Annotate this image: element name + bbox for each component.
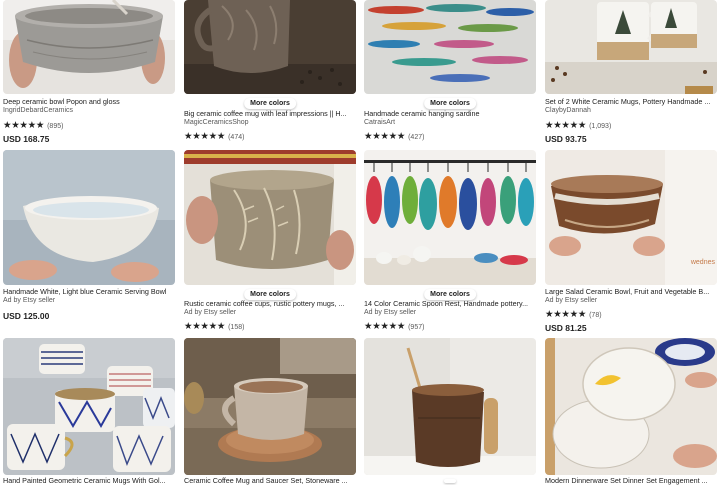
listing-image[interactable] <box>184 338 356 475</box>
review-count: (1,093) <box>589 123 612 130</box>
rating-stars: ★★★★★ <box>364 131 406 142</box>
listing-seller: IngridDebardCeramics <box>3 107 74 114</box>
star-rating: ★★★★★ (158) <box>184 321 244 333</box>
image-watermark: wednes <box>690 259 715 266</box>
listing-price: USD 81.25 <box>545 323 587 333</box>
listing-seller: MagicCeramicsShop <box>184 119 249 126</box>
star-rating: ★★★★★ (957) <box>364 321 424 333</box>
listing-seller: CatraisArt <box>364 119 396 126</box>
listing-image[interactable] <box>184 150 356 285</box>
more-colors-badge: More colors <box>424 98 476 109</box>
listing-seller: Ad by Etsy seller <box>3 297 56 304</box>
listing-image[interactable] <box>545 0 717 94</box>
listing-title[interactable]: Rustic ceramic coffee cups, rustic potte… <box>184 299 356 308</box>
listing-title[interactable]: Deep ceramic bowl Popon and gloss <box>3 97 175 106</box>
listing-title[interactable]: Large Salad Ceramic Bowl, Fruit and Vege… <box>545 287 717 296</box>
star-rating: ★★★★★ (1,093) <box>545 120 611 132</box>
rating-stars: ★★★★★ <box>3 120 45 131</box>
listing-title[interactable]: 14 Color Ceramic Spoon Rest, Handmade po… <box>364 299 536 308</box>
listing-image[interactable] <box>3 338 175 475</box>
listing-card[interactable]: Ceramic Coffee Mug and Saucer Set, Stone… <box>184 338 356 485</box>
listing-title[interactable]: Ceramic Coffee Mug and Saucer Set, Stone… <box>184 476 356 485</box>
listing-price: USD 125.00 <box>3 311 50 321</box>
listing-seller: Ad by Etsy seller <box>364 309 417 316</box>
listing-card[interactable]: Hand Painted Geometric Ceramic Mugs With… <box>3 338 175 485</box>
listing-image[interactable] <box>364 338 536 475</box>
listing-card[interactable]: Deep ceramic bowl Popon and gloss Ingrid… <box>3 0 175 146</box>
review-count: (474) <box>228 134 245 141</box>
listing-title[interactable]: Big ceramic coffee mug with leaf impress… <box>184 109 356 118</box>
review-count: (78) <box>589 312 602 319</box>
listing-card[interactable]: More colors Rustic ceramic coffee cups, … <box>184 150 356 335</box>
listing-image[interactable] <box>364 0 536 94</box>
listing-price: USD 168.75 <box>3 134 50 144</box>
rating-stars: ★★★★★ <box>184 321 226 332</box>
listing-card[interactable]: Set of 2 White Ceramic Mugs, Pottery Han… <box>545 0 717 146</box>
listing-card[interactable]: More colors Handmade ceramic hanging sar… <box>364 0 536 146</box>
listing-image[interactable] <box>3 0 175 94</box>
listing-card[interactable]: Modern Dinnerware Set Dinner Set Engagem… <box>545 338 717 485</box>
listing-seller: Ad by Etsy seller <box>545 297 598 304</box>
listing-card[interactable]: Handmade White, Light blue Ceramic Servi… <box>3 150 175 335</box>
review-count: (158) <box>228 324 245 331</box>
listing-title[interactable]: Handmade White, Light blue Ceramic Servi… <box>3 287 175 296</box>
star-rating: ★★★★★ (474) <box>184 131 244 143</box>
star-rating: ★★★★★ (427) <box>364 131 424 143</box>
review-count: (427) <box>408 134 425 141</box>
listing-seller: ClaybyDannah <box>545 107 591 114</box>
listing-card[interactable]: wednes Large Salad Ceramic Bowl, Fruit a… <box>545 150 717 335</box>
review-count: (957) <box>408 324 425 331</box>
listing-price: USD 93.75 <box>545 134 587 144</box>
listing-title[interactable]: Handmade ceramic hanging sardine <box>364 109 536 118</box>
listing-image[interactable] <box>184 0 356 94</box>
listing-title[interactable]: Modern Dinnerware Set Dinner Set Engagem… <box>545 476 717 485</box>
star-rating: ★★★★★ (895) <box>3 120 63 132</box>
review-count: (895) <box>47 123 64 130</box>
listing-title[interactable]: Hand Painted Geometric Ceramic Mugs With… <box>3 476 175 485</box>
star-rating: ★★★★★ (78) <box>545 309 602 321</box>
rating-stars: ★★★★★ <box>184 131 226 142</box>
rating-stars: ★★★★★ <box>545 120 587 131</box>
listing-image[interactable] <box>545 338 717 475</box>
rating-stars: ★★★★★ <box>364 321 406 332</box>
listing-card[interactable]: More colors 14 Color Ceramic Spoon Rest,… <box>364 150 536 335</box>
listing-image[interactable] <box>364 150 536 285</box>
listing-card[interactable]: More colors Big ceramic coffee mug with … <box>184 0 356 146</box>
listing-seller: Ad by Etsy seller <box>184 309 237 316</box>
listing-card[interactable] <box>364 338 536 483</box>
listing-title[interactable]: Set of 2 White Ceramic Mugs, Pottery Han… <box>545 97 717 106</box>
more-colors-badge: More colors <box>244 98 296 109</box>
listing-image[interactable] <box>3 150 175 285</box>
rating-stars: ★★★★★ <box>545 309 587 320</box>
